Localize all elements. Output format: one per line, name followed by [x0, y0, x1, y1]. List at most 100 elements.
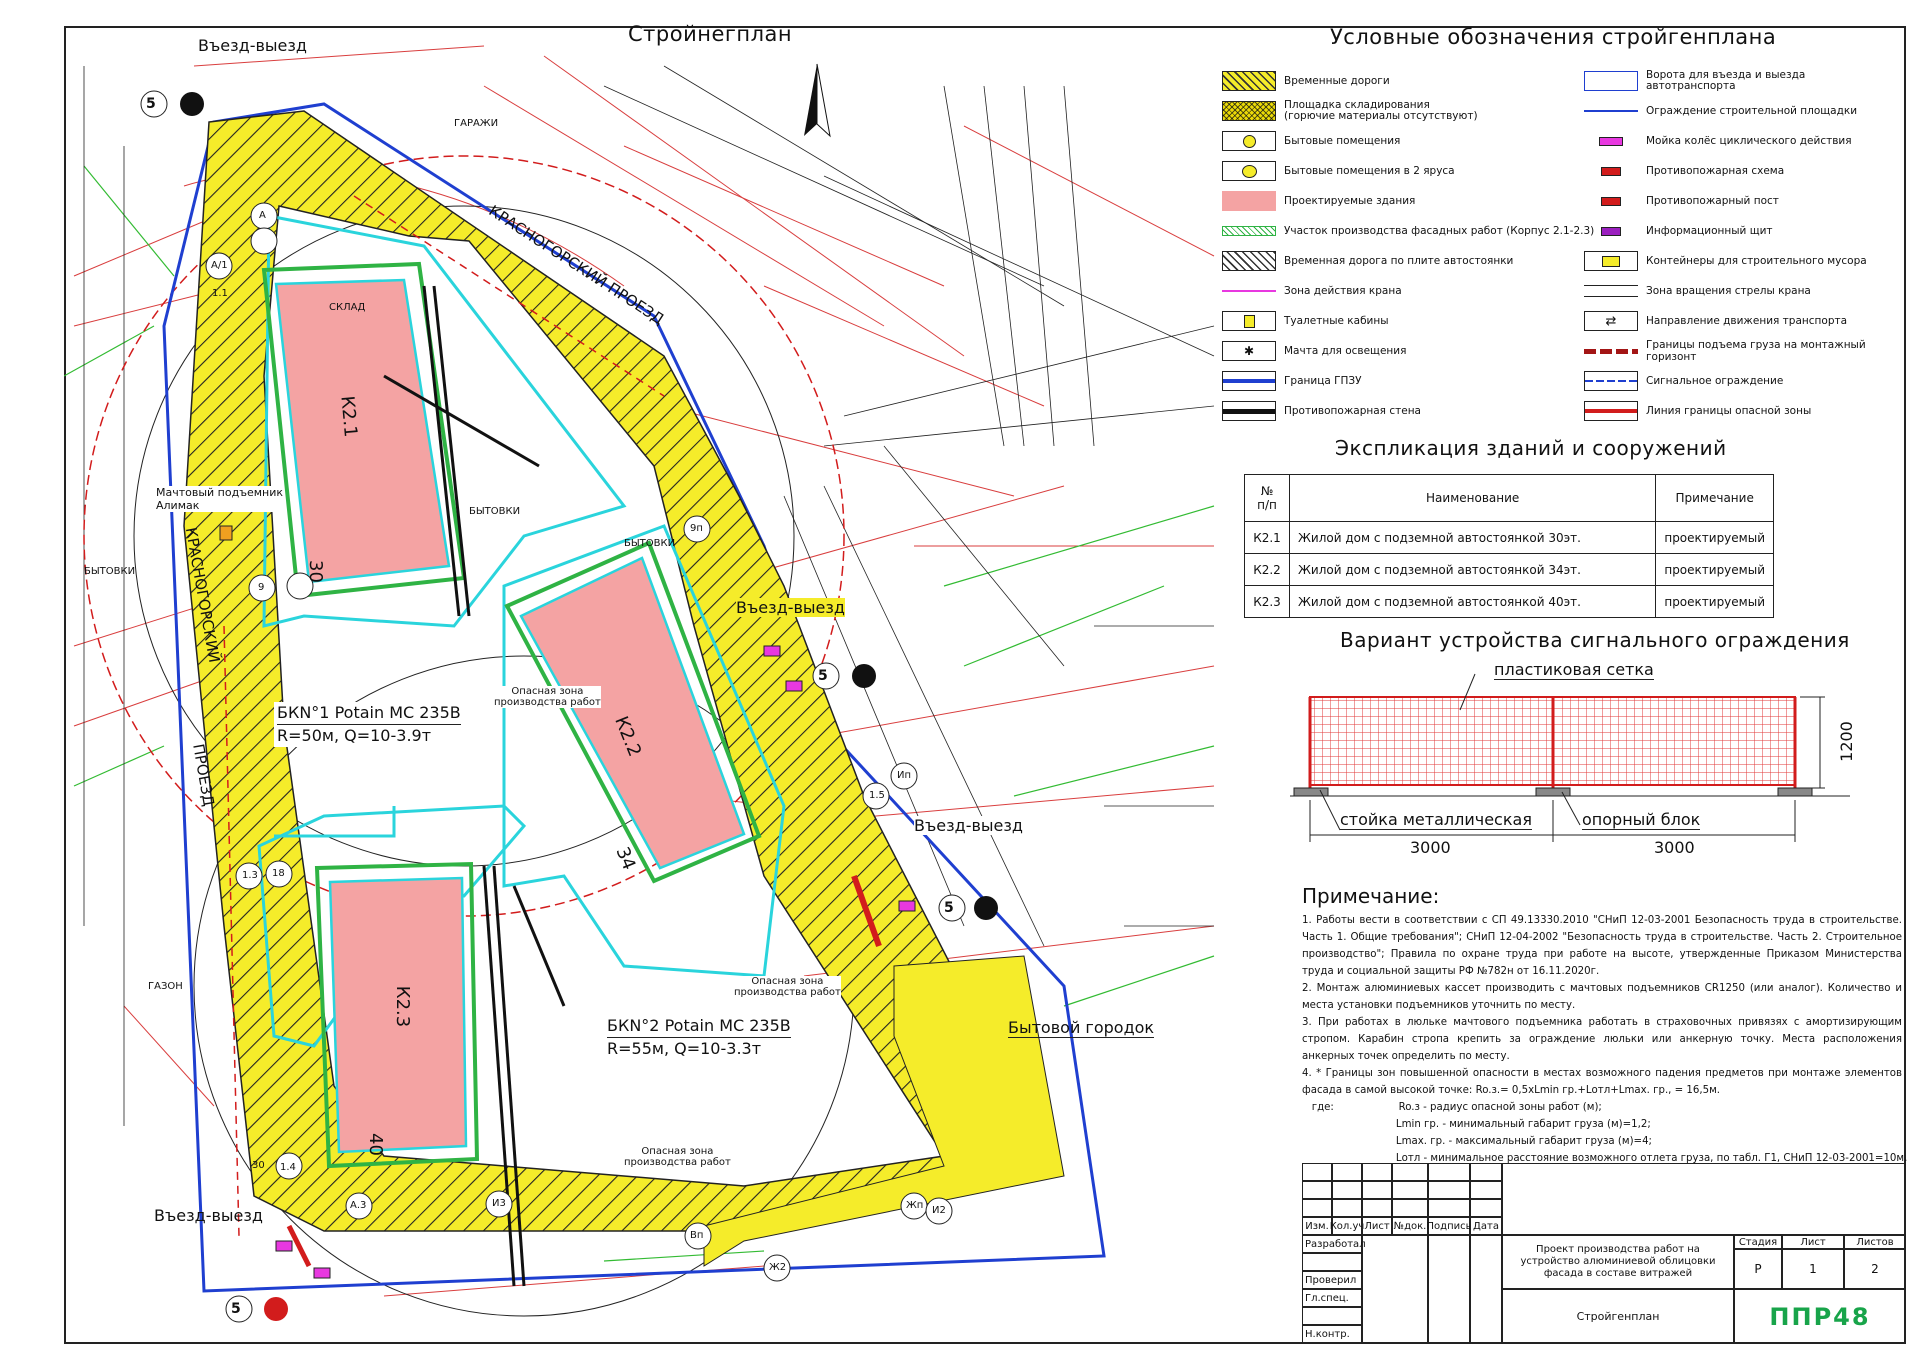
crane1-model: БКN°1 Potain MC 235B	[277, 702, 461, 725]
legend-item: Бытовые помещения	[1222, 128, 1400, 154]
legend-item: Сигнальное ограждение	[1584, 368, 1783, 394]
road-swatch-icon	[1222, 71, 1276, 91]
stamp-role	[1302, 1253, 1362, 1271]
boom-rotation-icon	[1584, 285, 1638, 297]
legend-item: Противопожарная стена	[1222, 398, 1421, 424]
stamp-col-header: Кол.уч	[1330, 1217, 1364, 1235]
legend-item: Граница ГПЗУ	[1222, 368, 1362, 394]
crane2-spec: R=55м, Q=10-3.3т	[607, 1039, 762, 1058]
axis-label: 18	[272, 868, 285, 879]
signal-fence-drawing	[1290, 673, 1850, 842]
axis-label: 9	[258, 582, 265, 593]
legend-label: Направление движения транспорта	[1646, 315, 1848, 327]
legend-item: ✱ Мачта для освещения	[1222, 338, 1406, 364]
legend-label: Ворота для въезда и выезда автотранспорт…	[1646, 69, 1806, 92]
legend-item: Временные дороги	[1222, 68, 1390, 94]
table-cell: Жилой дом с подземной автостоянкой 30эт.	[1288, 521, 1657, 554]
gate-number-4: 5	[231, 1301, 241, 1317]
gate-number-1: 5	[146, 96, 156, 112]
legend-item: Временная дорога по плите автостоянки	[1222, 248, 1513, 274]
floors-k2-1: 30	[304, 560, 326, 583]
entry-label-2: Въезд-выезд	[736, 598, 845, 617]
legend-item: Бытовые помещения в 2 яруса	[1222, 158, 1455, 184]
legend-label: Противопожарный пост	[1646, 195, 1779, 207]
legend-item: Ворота для въезда и выезда автотранспорт…	[1584, 68, 1896, 94]
legend-label: Информационный щит	[1646, 225, 1773, 237]
stamp-col-header: Подпись	[1427, 1217, 1472, 1235]
axis-label: 9п	[690, 523, 703, 534]
legend-label: Площадка складирования (горючие материал…	[1284, 99, 1478, 122]
axis-label: 1.1	[212, 288, 228, 299]
axis-label: А.3	[350, 1200, 367, 1211]
stamp-role: Проверил	[1302, 1271, 1362, 1289]
crane1-spec: R=50м, Q=10-3.9т	[277, 726, 432, 745]
table-cell: К2.2	[1244, 553, 1290, 586]
sheet-label: Лист	[1782, 1235, 1844, 1249]
stage-value: Р	[1734, 1249, 1782, 1289]
lift-label: Мачтовый подъемник Алимак	[156, 486, 284, 512]
stamp-role	[1302, 1307, 1362, 1325]
axis-label: 1.3	[242, 870, 258, 881]
legend-label: Бытовые помещения в 2 яруса	[1284, 165, 1455, 177]
stamp-role: Разработал	[1302, 1235, 1366, 1253]
legend-item: Туалетные кабины	[1222, 308, 1389, 334]
axis-label: Жп	[906, 1200, 924, 1211]
axis-label: Вп	[690, 1230, 704, 1241]
danger-zone-label-3: Опасная зона производства работ	[624, 1146, 731, 1168]
legend-label: Границы подъема груза на монтажный гориз…	[1646, 339, 1866, 363]
north-arrow	[804, 63, 831, 138]
stamp-role: Гл.спец.	[1302, 1289, 1362, 1307]
notes: 1. Работы вести в соответствии с СП 49.1…	[1302, 912, 1907, 1167]
store-label: СКЛАД	[329, 302, 366, 313]
crane1-label: БКN°1 Potain MC 235B R=50м, Q=10-3.9т	[274, 702, 464, 747]
traffic-direction-icon: ⇄	[1584, 311, 1638, 331]
info-board-icon	[1584, 221, 1638, 241]
entry-label-1: Въезд-выезд	[198, 36, 307, 55]
legend-item: Площадка складирования (горючие материал…	[1222, 98, 1478, 124]
legend-label: Контейнеры для строительного мусора	[1646, 255, 1867, 267]
fire-wall-icon	[1222, 401, 1276, 421]
legend-label: Мойка колёс циклического действия	[1646, 135, 1852, 147]
cabins-label-3: БЫТОВКИ	[624, 538, 676, 549]
facade-swatch-icon	[1222, 226, 1276, 236]
garages-label: ГАРАЖИ	[454, 118, 499, 129]
parking-road-swatch-icon	[1222, 251, 1276, 271]
legend-label: Проектируемые здания	[1284, 195, 1416, 207]
table-row: К2.2 Жилой дом с подземной автостоянкой …	[1244, 553, 1774, 586]
sheet-value: 1	[1782, 1249, 1844, 1289]
legend-label: Временная дорога по плите автостоянки	[1284, 255, 1514, 267]
column-header: Примечание	[1655, 474, 1774, 522]
axis-label: 30	[252, 1160, 265, 1171]
block-label: опорный блок	[1582, 810, 1701, 830]
title-block: Изм. Кол.уч Лист №док. Подпись Дата Разр…	[1302, 1163, 1906, 1344]
axis-label: И3	[492, 1198, 506, 1209]
notes-title: Примечание:	[1302, 884, 1440, 908]
signal-fence-icon	[1584, 371, 1638, 391]
stamp-role: Н.контр.	[1302, 1325, 1362, 1344]
legend: Временные дороги Площадка складирования …	[1222, 60, 1912, 450]
building-label-k2-1: К2.1	[336, 394, 361, 439]
entry-label-3: Въезд-выезд	[914, 816, 1023, 835]
axis-label: Ж2	[769, 1262, 787, 1273]
stage-label: Стадия	[1734, 1235, 1782, 1249]
legend-label: Противопожарная стена	[1284, 405, 1421, 417]
table-cell: К2.1	[1244, 521, 1290, 554]
entry-label-4: Въезд-выезд	[154, 1206, 263, 1225]
plan-title: Стройнегплан	[628, 22, 793, 46]
legend-label: Зона вращения стрелы крана	[1646, 285, 1811, 297]
table-row: К2.1 Жилой дом с подземной автостоянкой …	[1244, 521, 1774, 554]
table-cell: проектируемый	[1655, 521, 1774, 554]
legend-item: ⇄ Направление движения транспорта	[1584, 308, 1847, 334]
project-name: Проект производства работ на устройство …	[1502, 1235, 1734, 1289]
wheel-wash-icon	[1584, 131, 1638, 151]
legend-item: Контейнеры для строительного мусора	[1584, 248, 1867, 274]
note-item: 2. Монтаж алюминиевых кассет производить…	[1302, 983, 1902, 1011]
stamp-col-header: Лист	[1362, 1217, 1392, 1235]
danger-zone-label-2: Опасная зона производства работ	[734, 976, 841, 998]
legend-label: Мачта для освещения	[1284, 345, 1407, 357]
legend-label: Ограждение строительной площадки	[1646, 105, 1858, 117]
sheets-value: 2	[1844, 1249, 1906, 1289]
building-swatch-icon	[1222, 191, 1276, 211]
camp-label: Бытовой городок	[1008, 1018, 1155, 1038]
crane2-model: БКN°2 Potain MC 235B	[607, 1015, 791, 1038]
